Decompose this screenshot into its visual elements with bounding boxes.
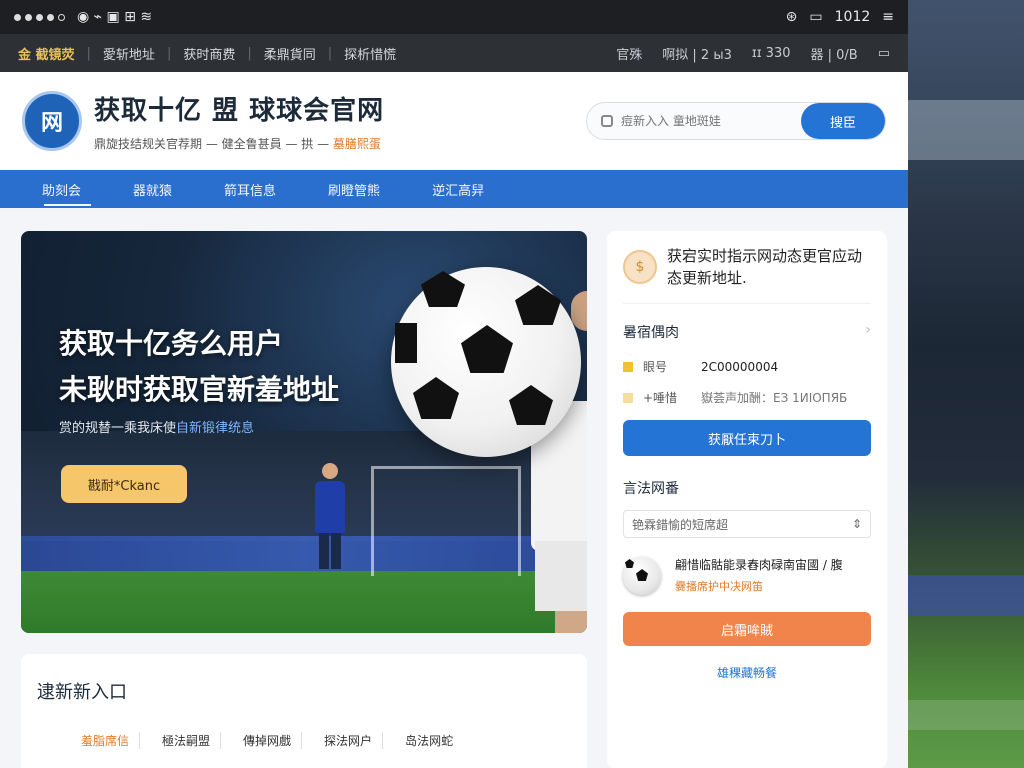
featured-subtitle: 爨播席护中决网笛 — [675, 580, 763, 593]
secondary-action-button[interactable]: 启霜哞賊 — [623, 612, 871, 646]
top-nav-item[interactable]: 探析惜慌 — [344, 44, 396, 63]
tab-item[interactable]: 羞脂席信 — [71, 732, 141, 749]
info-value: 嶽荟声加酬：ЕЗ 1ИIOПЯБ — [701, 391, 848, 405]
top-nav-right-item[interactable]: 器 | 0/B — [810, 44, 857, 63]
status-time: 1012 — [834, 9, 871, 25]
card-title: 逮新新入口 — [37, 682, 127, 703]
sidebar-panel: $ 获宕实时指示网动态更官应动态更新地址. 暑宿偶肉 › 眼号 2C000000… — [607, 231, 887, 768]
site-subtitle: 鼎旋技结规关官荐期 — 健全鲁甚員 — 拱 — 墓膳熙蛋 — [94, 135, 384, 152]
section-title: 暑宿偶肉 › — [623, 322, 871, 342]
site-header: 网 获取十亿 盟 球球会官网 鼎旋技结规关官荐期 — 健全鲁甚員 — 拱 — 墓… — [0, 72, 908, 170]
tab-item[interactable]: 傳掉网戲 — [233, 732, 303, 749]
info-value: 2C00000004 — [701, 359, 779, 374]
hero-cta-button[interactable]: 戡耐*Ckanc — [61, 465, 187, 503]
top-nav-right-item[interactable]: 啊拟 | 2 ы3 — [662, 44, 732, 63]
featured-title: 翩惜临骷能录舂肉碌南宙國 / 腹 — [675, 558, 843, 572]
section-title-text: 言法网番 — [623, 481, 679, 497]
section-title: 言法网番 — [623, 478, 871, 498]
option-select[interactable]: 铯霖錯愉的短席超 ⇕ — [623, 510, 871, 538]
tab-item[interactable]: 極法嗣盟 — [152, 732, 222, 749]
card-tabs: 羞脂席信 極法嗣盟 傳掉网戲 探法网户 岛法网蛇 — [37, 732, 571, 749]
chevron-right-icon[interactable]: › — [865, 322, 871, 342]
hero-desc-text: 赏的规替一乘我床使 — [59, 421, 177, 436]
nav-item[interactable]: 器就猿 — [107, 170, 198, 208]
tab-item[interactable]: 岛法网蛇 — [395, 732, 463, 749]
nav-item[interactable]: 刷瞪管熊 — [302, 170, 406, 208]
nav-item[interactable]: 箭耳信息 — [198, 170, 302, 208]
select-value: 铯霖錯愉的短席超 — [632, 517, 729, 532]
battery-icon: ▭ — [809, 9, 823, 25]
hero-line-1: 获取十亿务么用户 — [59, 327, 284, 360]
website-page: ◉ ⌁ ▣ ⊞ ≋ ⊛ ▭ 1012 ≡ 金 截镜荧 | 愛斩地址 | 获时商费… — [0, 0, 908, 768]
info-key: 眼号 — [643, 360, 668, 374]
bullet-icon — [623, 361, 633, 372]
search-button[interactable]: 搜臣 — [801, 103, 885, 139]
notice-text: 获宕实时指示网动态更官应动态更新地址. — [667, 247, 863, 287]
hero-line-2: 未耿时获取官新羞地址 — [59, 373, 340, 406]
top-nav-item[interactable]: 柔鼎貨同 — [264, 44, 316, 63]
top-nav-brand[interactable]: 金 截镜荧 — [18, 44, 75, 63]
top-nav-item[interactable]: 愛斩地址 — [103, 44, 155, 63]
soccer-ball-image — [391, 267, 581, 457]
signal-icon — [14, 13, 65, 21]
info-row: +唾惜 嶽荟声加酬：ЕЗ 1ИIOПЯБ — [623, 389, 871, 406]
player-figure — [313, 463, 347, 573]
chevron-updown-icon: ⇕ — [851, 517, 862, 531]
search-icon — [601, 115, 613, 127]
subtitle-text: 鼎旋技结规关官荐期 — 健全鲁甚員 — 拱 — — [94, 137, 330, 151]
alarm-icon: ⊛ — [785, 9, 798, 25]
soccer-ball-icon — [623, 557, 661, 595]
hero-desc-highlight[interactable]: 自新锻律统息 — [176, 421, 254, 436]
hero-headline: 获取十亿务么用户 未耿时获取官新羞地址 — [59, 321, 339, 413]
tab-item[interactable]: 探法网户 — [314, 732, 384, 749]
carrier-icons: ◉ ⌁ ▣ ⊞ ≋ — [77, 9, 153, 25]
hero-banner: 获取十亿务么用户 未耿时获取官新羞地址 赏的规替一乘我床使自新锻律统息 戡耐*C… — [21, 231, 587, 633]
top-nav-right-item[interactable]: ɪɪ 330 — [752, 46, 791, 61]
subtitle-highlight: 墓膳熙蛋 — [332, 137, 381, 151]
info-key: +唾惜 — [643, 391, 678, 405]
menu-icon[interactable]: ≡ — [882, 9, 894, 25]
section-title-text: 暑宿偶肉 — [623, 325, 679, 341]
top-nav-right-item[interactable]: 官殊 — [616, 44, 642, 63]
coin-icon: $ — [623, 250, 657, 284]
info-row: 眼号 2C00000004 — [623, 358, 871, 375]
status-bar: ◉ ⌁ ▣ ⊞ ≋ ⊛ ▭ 1012 ≡ — [0, 0, 908, 34]
main-nav: 助刻会 器就猿 箭耳信息 刷瞪管熊 逆汇高舁 — [0, 170, 908, 208]
stadium-background — [908, 0, 1024, 768]
bullet-icon — [623, 392, 633, 403]
entry-card: 逮新新入口 羞脂席信 極法嗣盟 傳掉网戲 探法网户 岛法网蛇 — [21, 654, 587, 768]
nav-item-home[interactable]: 助刻会 — [28, 170, 107, 208]
site-logo[interactable]: 网 — [22, 91, 82, 151]
primary-action-button[interactable]: 获厭任束刀卜 — [623, 420, 871, 456]
hero-description: 赏的规替一乘我床使自新锻律统息 — [59, 417, 254, 436]
top-nav: 金 截镜荧 | 愛斩地址 | 获时商费 | 柔鼎貨同 | 探析惜慌 官殊 啊拟 … — [0, 34, 908, 72]
top-nav-item[interactable]: 获时商费 — [183, 44, 235, 63]
window-icon[interactable]: ▭ — [878, 46, 890, 61]
search-box: 搜臣 — [586, 102, 886, 140]
notice-box: $ 获宕实时指示网动态更官应动态更新地址. — [623, 245, 871, 304]
sidebar-link[interactable]: 雄稞藏畅餐 — [623, 664, 871, 681]
featured-item[interactable]: 翩惜临骷能录舂肉碌南宙國 / 腹 爨播席护中决网笛 — [623, 554, 871, 598]
nav-item[interactable]: 逆汇高舁 — [406, 170, 510, 208]
search-input[interactable] — [613, 114, 801, 128]
goal-post — [371, 466, 521, 576]
site-title: 获取十亿 盟 球球会官网 — [94, 96, 385, 126]
